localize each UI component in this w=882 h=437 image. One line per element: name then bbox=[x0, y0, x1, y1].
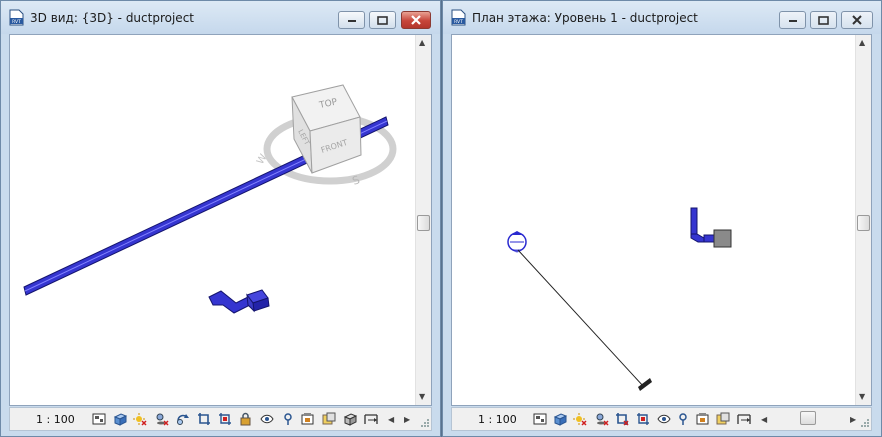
close-button[interactable] bbox=[401, 11, 431, 29]
horizontal-scrollbar[interactable] bbox=[772, 411, 850, 427]
crop-view-icon[interactable] bbox=[197, 412, 211, 426]
rvt-file-icon: RVT bbox=[451, 9, 466, 26]
scroll-right-arrow-icon[interactable]: ▶ bbox=[850, 415, 856, 424]
vertical-scrollbar[interactable]: ▲ ▼ bbox=[415, 35, 431, 405]
rendering-dialog-icon[interactable] bbox=[176, 412, 190, 426]
title-bar[interactable]: RVT 3D вид: {3D} - ductproject bbox=[1, 1, 440, 34]
resize-grip-icon[interactable] bbox=[419, 417, 429, 427]
minimize-icon bbox=[347, 20, 356, 22]
highlight-displacement-icon[interactable] bbox=[364, 412, 378, 426]
show-crop-region-icon[interactable] bbox=[218, 412, 232, 426]
vertical-scroll-thumb[interactable] bbox=[417, 215, 430, 231]
maximize-button[interactable] bbox=[810, 11, 837, 29]
svg-text:RVT: RVT bbox=[12, 19, 21, 25]
window-3d-view[interactable]: RVT 3D вид: {3D} - ductproject S W TOP F… bbox=[0, 0, 441, 437]
floor-plan-canvas[interactable]: ▲ ▼ bbox=[451, 34, 872, 406]
reveal-hidden-elements-icon[interactable] bbox=[676, 412, 690, 426]
detail-level-icon[interactable] bbox=[92, 412, 106, 426]
maximize-icon bbox=[818, 15, 829, 25]
svg-text:RVT: RVT bbox=[454, 19, 463, 25]
detail-level-icon[interactable] bbox=[533, 412, 547, 426]
title-bar[interactable]: RVT План этажа: Уровень 1 - ductproject bbox=[443, 1, 881, 34]
close-icon bbox=[852, 15, 862, 25]
elevation-marker[interactable] bbox=[507, 231, 527, 253]
view-control-bar: 1 : 100 ◀ ▶ bbox=[9, 407, 432, 431]
crop-view-icon[interactable] bbox=[615, 412, 629, 426]
scroll-up-arrow-icon[interactable]: ▲ bbox=[859, 39, 865, 47]
reveal-hidden-elements-icon[interactable] bbox=[281, 412, 295, 426]
close-icon bbox=[411, 15, 421, 25]
temporary-view-properties-icon[interactable] bbox=[301, 412, 315, 426]
vertical-scrollbar[interactable]: ▲ ▼ bbox=[855, 35, 871, 405]
scroll-down-arrow-icon[interactable]: ▼ bbox=[419, 393, 425, 401]
sun-path-icon[interactable] bbox=[133, 412, 147, 426]
resize-grip-icon[interactable] bbox=[859, 417, 869, 427]
window-title: 3D вид: {3D} - ductproject bbox=[30, 11, 194, 25]
window-floor-plan[interactable]: RVT План этажа: Уровень 1 - ductproject bbox=[442, 0, 882, 437]
minimize-button[interactable] bbox=[338, 11, 365, 29]
shadows-icon[interactable] bbox=[595, 412, 609, 426]
worksharing-display-icon[interactable] bbox=[322, 412, 336, 426]
minimize-icon bbox=[788, 20, 797, 22]
close-button[interactable] bbox=[841, 11, 873, 29]
lock-3d-view-icon[interactable] bbox=[239, 412, 253, 426]
visual-style-icon[interactable] bbox=[553, 412, 567, 426]
maximize-button[interactable] bbox=[369, 11, 396, 29]
scroll-right-arrow-icon[interactable]: ▶ bbox=[404, 415, 410, 424]
view-scale[interactable]: 1 : 100 bbox=[36, 413, 75, 426]
3d-scene[interactable]: S W TOP FRONT LEFT bbox=[10, 35, 416, 405]
duct-fitting[interactable] bbox=[208, 289, 270, 314]
show-crop-region-icon[interactable] bbox=[636, 412, 650, 426]
maximize-icon bbox=[377, 15, 388, 25]
worksharing-display-icon[interactable] bbox=[716, 412, 730, 426]
shadows-icon[interactable] bbox=[155, 412, 169, 426]
scroll-down-arrow-icon[interactable]: ▼ bbox=[859, 393, 865, 401]
duct-plan[interactable] bbox=[690, 207, 732, 248]
horizontal-scroll-thumb[interactable] bbox=[800, 411, 816, 425]
scroll-left-arrow-icon[interactable]: ◀ bbox=[388, 415, 394, 424]
plan-scene[interactable] bbox=[452, 35, 856, 405]
temporary-view-properties-icon[interactable] bbox=[696, 412, 710, 426]
scroll-left-arrow-icon[interactable]: ◀ bbox=[761, 415, 767, 424]
temporary-hide-isolate-icon[interactable] bbox=[260, 412, 274, 426]
visual-style-icon[interactable] bbox=[113, 412, 127, 426]
vertical-scroll-thumb[interactable] bbox=[857, 215, 870, 231]
view-control-bar: 1 : 100 ◀ ▶ bbox=[451, 407, 872, 431]
analytical-model-icon[interactable] bbox=[343, 412, 357, 426]
view-scale[interactable]: 1 : 100 bbox=[478, 413, 517, 426]
section-line[interactable] bbox=[517, 249, 652, 391]
temporary-hide-isolate-icon[interactable] bbox=[657, 412, 671, 426]
rvt-file-icon: RVT bbox=[9, 9, 24, 26]
scroll-up-arrow-icon[interactable]: ▲ bbox=[419, 39, 425, 47]
sun-path-icon[interactable] bbox=[573, 412, 587, 426]
highlight-displacement-icon[interactable] bbox=[737, 412, 751, 426]
minimize-button[interactable] bbox=[779, 11, 806, 29]
3d-view-canvas[interactable]: S W TOP FRONT LEFT ▲ ▼ bbox=[9, 34, 432, 406]
window-title: План этажа: Уровень 1 - ductproject bbox=[472, 11, 698, 25]
